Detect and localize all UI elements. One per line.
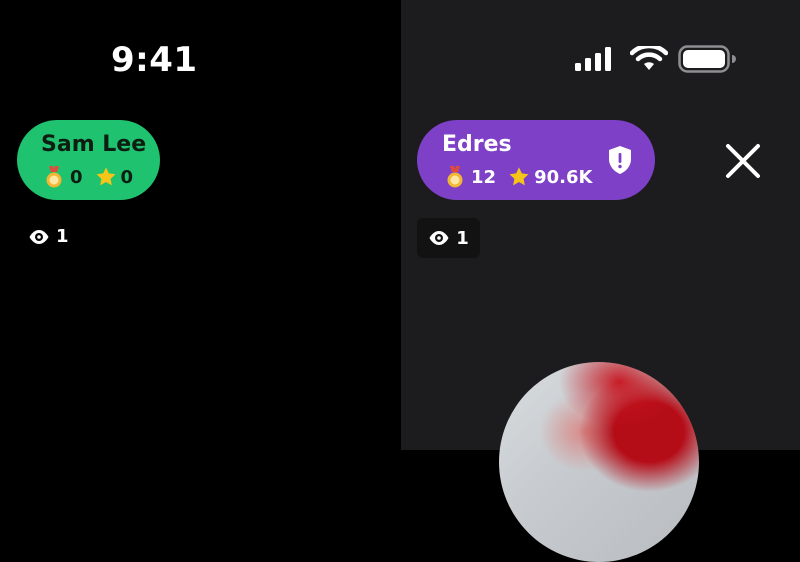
wifi-icon [630,46,668,70]
battery-icon [678,45,736,73]
star-count: 0 [120,166,134,188]
star-icon [95,166,115,188]
star-count: 90.6K [534,166,593,188]
shield-alert-icon[interactable] [607,145,633,180]
status-icons [574,44,736,74]
star-icon [508,166,529,188]
user-pill-right[interactable]: Edres 12 90.6K [417,120,655,200]
status-time: 9:41 [111,40,198,80]
user-name: Edres [442,132,512,157]
close-button[interactable] [724,142,762,180]
user-stats: 0 0 [44,166,145,188]
medal-count: 0 [70,166,83,188]
medal-icon [445,166,465,188]
viewer-count: 1 [456,227,469,249]
close-icon[interactable] [724,142,762,180]
viewer-count: 1 [56,226,69,247]
user-pill-left[interactable]: Sam Lee 0 0 [17,120,160,200]
left-video-pane [0,0,401,450]
user-name: Sam Lee [41,132,147,157]
eye-icon [429,231,449,245]
user-stats: 12 90.6K [445,166,604,188]
medal-count: 12 [471,166,497,188]
signal-icon [575,47,611,71]
viewer-count-right: 1 [417,218,480,258]
viewer-count-left: 1 [28,226,69,247]
eye-icon [29,229,49,244]
user-avatar[interactable] [499,362,699,562]
medal-icon [44,166,64,188]
